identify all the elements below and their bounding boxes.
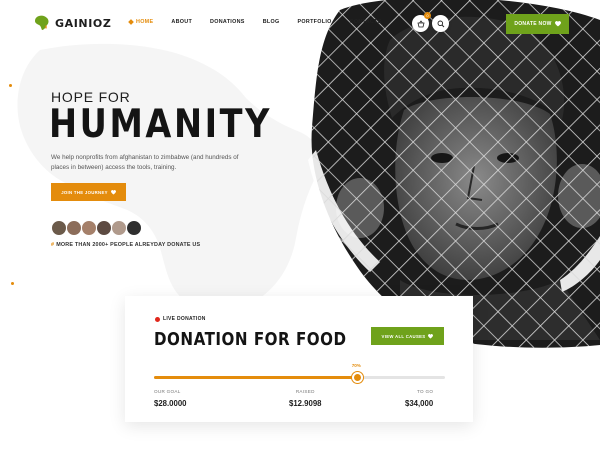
live-indicator-icon xyxy=(155,316,160,322)
nav-item-contacts[interactable]: CONTACTS xyxy=(350,19,382,25)
decorative-dot xyxy=(9,84,12,87)
join-the-journey-label: JOIN THE JOURNEY xyxy=(61,189,108,195)
cart-button[interactable]: 0 xyxy=(412,12,431,32)
view-all-causes-label: VIEW ALL CAUSES xyxy=(381,333,426,339)
to-go-label: TO GO xyxy=(416,389,434,394)
goal-stat: OUR GOAL $28.0000 xyxy=(154,389,187,408)
donors-marker: # xyxy=(51,242,55,248)
goal-value: $28.0000 xyxy=(154,399,187,408)
donate-now-button[interactable]: DONATE NOW xyxy=(506,14,569,34)
avatar xyxy=(51,220,67,236)
avatar xyxy=(126,220,142,236)
donation-progress-bar: 70% xyxy=(154,363,445,383)
heart-icon xyxy=(110,189,116,194)
africa-leaf-logo-icon xyxy=(35,15,49,30)
raised-label: RAISED xyxy=(295,389,315,394)
donation-card: LIVE DONATION DONATION FOR FOOD VIEW ALL… xyxy=(125,296,473,422)
avatar xyxy=(81,220,97,236)
raised-stat: RAISED $12.9098 xyxy=(289,389,322,408)
basket-icon xyxy=(416,19,425,27)
nav-item-label: ABOUT xyxy=(171,19,193,25)
donation-title: DONATION FOR FOOD xyxy=(154,329,347,350)
to-go-value: $34,000 xyxy=(405,399,434,408)
heart-icon xyxy=(428,333,434,338)
nav-item-label: BLOG xyxy=(262,19,280,25)
to-go-stat: TO GO $34,000 xyxy=(405,389,433,408)
donor-avatars xyxy=(51,220,142,236)
hero-title: HUMANITY xyxy=(49,102,272,147)
main-nav: HOME ABOUT DONATIONS BLOG PORTFOLIO CONT… xyxy=(128,19,400,25)
goal-label: OUR GOAL xyxy=(154,389,181,394)
nav-item-label: CONTACTS xyxy=(349,19,382,25)
nav-item-portfolio[interactable]: PORTFOLIO xyxy=(297,19,331,25)
brand-name: GAINIOZ xyxy=(55,16,112,30)
nav-item-donations[interactable]: DONATIONS xyxy=(210,19,245,25)
nav-item-label: PORTFOLIO xyxy=(297,19,332,25)
donors-count-text: # MORE THAN 2000+ PEOPLE ALREYDAY DONATE … xyxy=(51,242,200,248)
decorative-dot xyxy=(11,282,14,285)
nav-item-label: DONATIONS xyxy=(210,19,245,25)
search-button[interactable] xyxy=(432,15,449,32)
donate-now-label: DONATE NOW xyxy=(514,21,552,27)
avatar xyxy=(111,220,127,236)
nav-item-blog[interactable]: BLOG xyxy=(263,19,280,25)
avatar xyxy=(66,220,82,236)
nav-item-label: HOME xyxy=(136,19,154,25)
live-donation-label: LIVE DONATION xyxy=(163,316,206,322)
view-all-causes-button[interactable]: VIEW ALL CAUSES xyxy=(371,327,444,345)
active-marker-icon xyxy=(128,19,134,25)
avatar xyxy=(96,220,112,236)
progress-knob[interactable] xyxy=(352,372,364,383)
nav-item-about[interactable]: ABOUT xyxy=(171,19,192,25)
progress-fill xyxy=(154,376,358,379)
heart-icon xyxy=(554,21,561,27)
join-the-journey-button[interactable]: JOIN THE JOURNEY xyxy=(51,183,126,201)
brand-logo[interactable]: GAINIOZ xyxy=(34,15,111,31)
search-icon xyxy=(437,20,444,27)
live-donation-tag: LIVE DONATION xyxy=(155,316,206,322)
raised-value: $12.9098 xyxy=(289,399,322,408)
progress-percent-label: 70% xyxy=(351,363,361,368)
donors-count-label: MORE THAN 2000+ PEOPLE ALREYDAY DONATE U… xyxy=(56,242,201,248)
hero-description: We help nonprofits from afghanistan to z… xyxy=(51,154,239,171)
nav-item-home[interactable]: HOME xyxy=(128,19,154,25)
world-map-background xyxy=(17,43,321,311)
cart-count-badge: 0 xyxy=(424,12,431,19)
